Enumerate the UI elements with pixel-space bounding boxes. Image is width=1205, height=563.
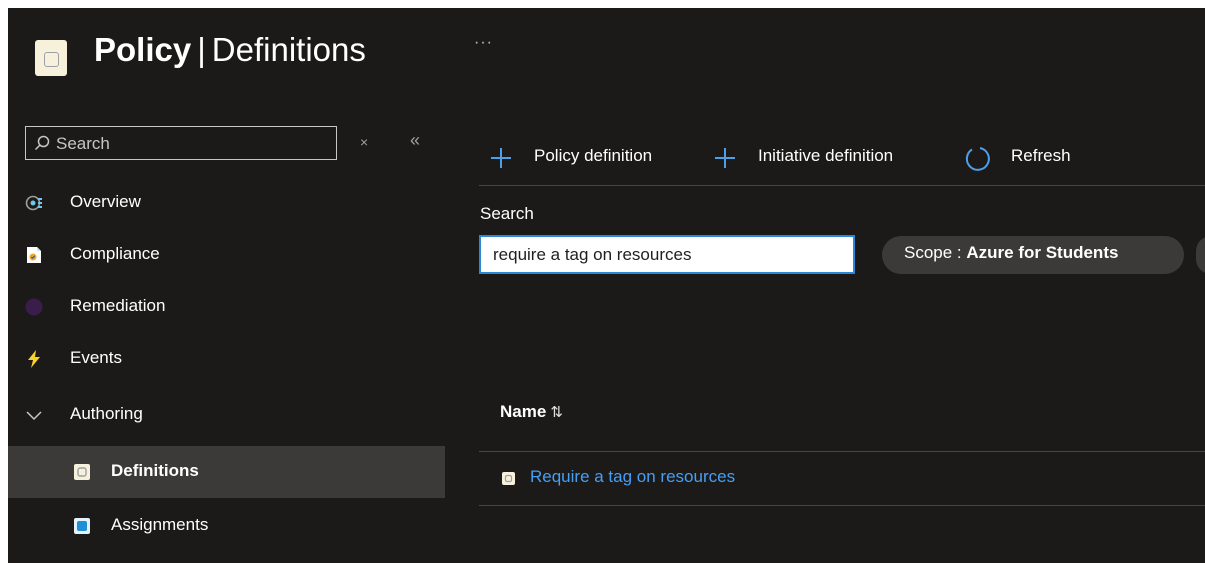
add-initiative-definition-button[interactable]: Initiative definition	[713, 143, 948, 173]
plus-icon	[713, 143, 737, 175]
policy-definitions-screen: Policy | Definitions ··· Search × « Overvi…	[8, 8, 1205, 563]
compliance-icon	[25, 246, 43, 264]
column-header-label: Name	[500, 402, 547, 421]
sidebar-item-assignments[interactable]: Assignments	[8, 500, 445, 552]
search-field-label: Search	[480, 204, 534, 223]
sidebar-item-label: Definitions	[111, 461, 199, 480]
sidebar-item-label: Assignments	[111, 515, 209, 534]
policy-definition-label: Policy definition	[534, 146, 653, 165]
table-row[interactable]: Require a tag on resources	[479, 452, 1205, 505]
initiative-definition-label: Initiative definition	[758, 146, 894, 165]
refresh-button[interactable]: Refresh	[963, 143, 1088, 173]
refresh-icon	[963, 143, 991, 177]
clear-search-button[interactable]: ×	[360, 134, 368, 150]
definitions-search-input[interactable]	[481, 237, 853, 272]
filter-pill[interactable]	[1196, 236, 1205, 274]
scope-filter-pill[interactable]: Scope : Azure for Students	[882, 236, 1184, 274]
toolbar-divider	[479, 185, 1205, 186]
sidebar-search-input[interactable]: Search	[25, 126, 337, 160]
sidebar-item-label: Overview	[70, 192, 141, 211]
scope-label: Scope :	[904, 243, 967, 262]
definitions-icon	[73, 463, 91, 481]
sidebar-item-compliance[interactable]: Compliance	[8, 229, 445, 281]
search-icon	[34, 135, 50, 156]
chevron-down-icon	[25, 406, 43, 424]
page-title: Policy | Definitions	[94, 30, 366, 70]
page-title-rest: Definitions	[211, 31, 366, 68]
add-policy-definition-button[interactable]: Policy definition	[489, 143, 699, 173]
sidebar-item-events[interactable]: Events	[8, 333, 445, 385]
sidebar-item-authoring[interactable]: Authoring	[8, 389, 445, 441]
more-options-button[interactable]: ···	[474, 34, 493, 52]
remediation-icon	[25, 298, 43, 316]
column-header-name[interactable]: Name ⇅	[500, 402, 563, 422]
definitions-search-field[interactable]	[479, 235, 855, 274]
plus-icon	[489, 143, 513, 175]
sidebar-item-label: Events	[70, 348, 122, 367]
refresh-label: Refresh	[1011, 146, 1071, 165]
collapse-sidebar-button[interactable]: «	[410, 130, 420, 151]
policy-icon	[35, 40, 67, 76]
policy-definition-icon	[502, 472, 515, 485]
assignments-icon	[73, 517, 91, 535]
overview-icon	[25, 194, 43, 212]
sidebar-item-label: Authoring	[70, 404, 143, 423]
table-divider	[479, 505, 1205, 506]
page-title-separator: |	[197, 31, 206, 68]
scope-value: Azure for Students	[966, 243, 1119, 262]
sidebar-item-remediation[interactable]: Remediation	[8, 281, 445, 333]
sidebar-item-overview[interactable]: Overview	[8, 177, 445, 229]
sort-icon: ⇅	[550, 404, 563, 421]
sidebar-search-placeholder: Search	[56, 134, 110, 153]
sidebar-item-definitions[interactable]: Definitions	[8, 446, 445, 498]
lightning-icon	[25, 350, 43, 368]
sidebar-item-label: Remediation	[70, 296, 166, 315]
page-title-bold: Policy	[94, 31, 192, 68]
sidebar-item-label: Compliance	[70, 244, 160, 263]
policy-definition-link[interactable]: Require a tag on resources	[530, 467, 735, 487]
